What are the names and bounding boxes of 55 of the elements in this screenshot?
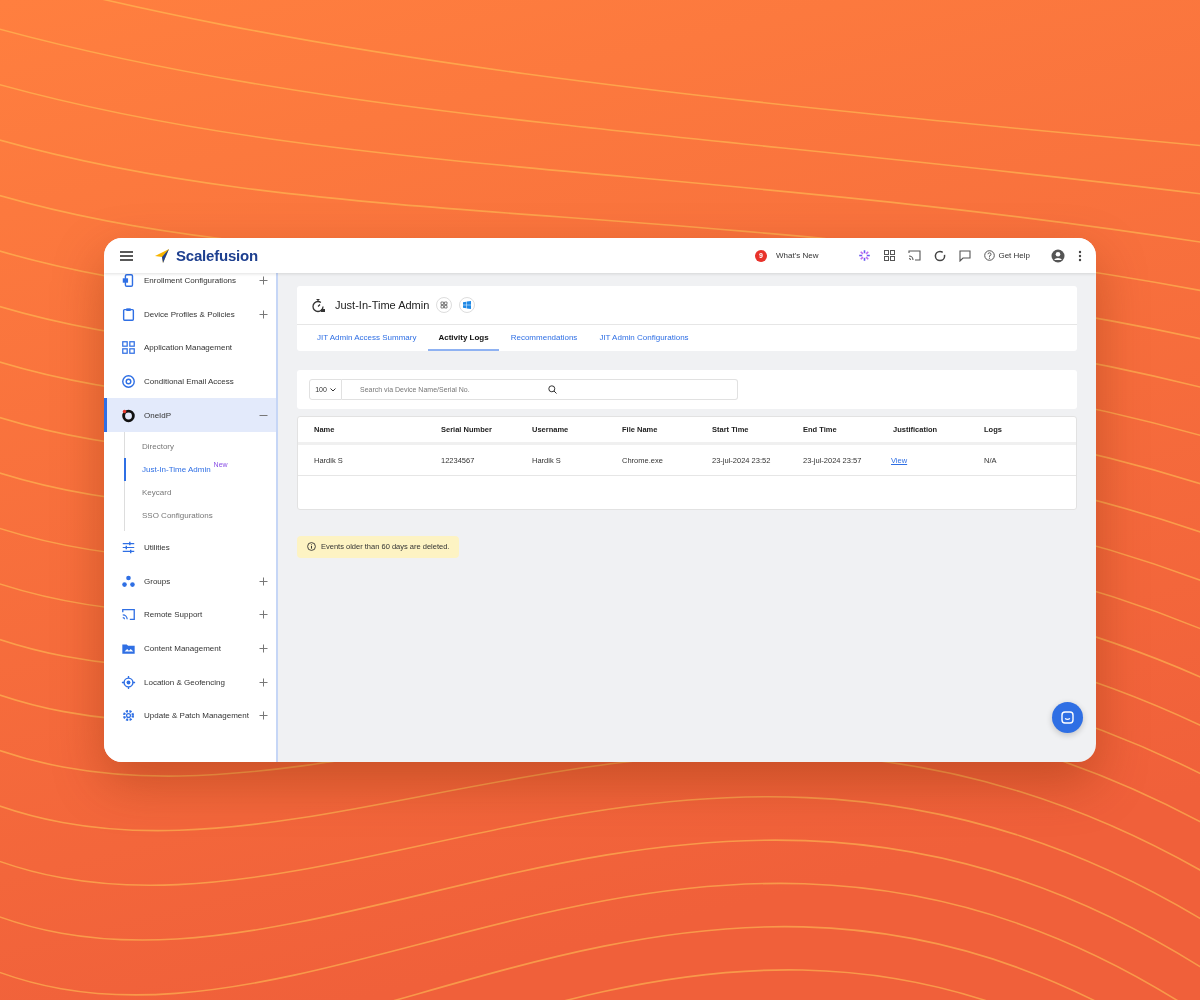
sidebar-icon bbox=[121, 374, 136, 390]
menu-icon[interactable] bbox=[120, 250, 133, 261]
help-icon bbox=[984, 250, 996, 261]
circle-icon[interactable] bbox=[934, 249, 947, 262]
sidebar-icon bbox=[121, 306, 136, 322]
sidebar-item[interactable]: Application Management bbox=[104, 331, 276, 365]
sidebar-icon bbox=[121, 674, 136, 690]
sidebar-icon bbox=[121, 708, 136, 724]
cast-icon[interactable] bbox=[908, 250, 922, 261]
sidebar-item[interactable]: Device Profiles & Policies bbox=[104, 297, 276, 332]
expand-icon[interactable] bbox=[259, 276, 268, 286]
grid-icon[interactable] bbox=[884, 250, 896, 261]
expand-icon[interactable] bbox=[259, 610, 268, 620]
help-button[interactable]: Get Help bbox=[984, 250, 1030, 261]
sidebar-icon bbox=[121, 273, 136, 289]
sidebar-item[interactable]: OneIdP bbox=[104, 398, 276, 432]
submenu-item[interactable]: Directory bbox=[125, 434, 276, 458]
submenu-item[interactable]: SSO Configurations bbox=[125, 503, 276, 527]
expand-icon[interactable] bbox=[259, 576, 268, 586]
expand-icon[interactable] bbox=[259, 644, 268, 654]
expand-icon[interactable] bbox=[259, 711, 268, 721]
sidebar-icon bbox=[121, 573, 136, 589]
sidebar-item[interactable]: Groups bbox=[104, 564, 276, 599]
sidebar-icon bbox=[121, 540, 136, 556]
submenu-item[interactable]: Keycard bbox=[125, 480, 276, 504]
avatar-icon[interactable] bbox=[1051, 248, 1065, 263]
sidebar-item[interactable]: Utilities bbox=[104, 530, 276, 565]
sidebar-item[interactable]: Remote Support bbox=[104, 598, 276, 632]
sidebar-icon bbox=[121, 407, 136, 423]
sidebar-item[interactable]: Location & Geofencing bbox=[104, 665, 276, 699]
expand-icon[interactable] bbox=[259, 677, 268, 687]
sidebar-item[interactable]: Content Management bbox=[104, 631, 276, 666]
sparkle-icon[interactable] bbox=[858, 249, 872, 262]
expand-icon[interactable] bbox=[259, 309, 268, 319]
chat-icon[interactable] bbox=[959, 249, 972, 262]
chat-button[interactable] bbox=[1052, 702, 1083, 733]
page-title: Just-In-Time Admin bbox=[335, 299, 430, 311]
tab[interactable]: Recommendations bbox=[500, 325, 588, 351]
chevron-down-icon bbox=[329, 387, 336, 392]
bird-logo-icon bbox=[154, 247, 170, 264]
sidebar-item[interactable]: Update & Patch Management bbox=[104, 698, 276, 733]
search-icon[interactable] bbox=[548, 385, 557, 394]
sidebar-icon bbox=[121, 340, 136, 356]
chat-icon bbox=[1061, 711, 1074, 724]
more-icon[interactable] bbox=[1078, 249, 1082, 262]
whats-new-link[interactable]: What's New bbox=[776, 251, 819, 260]
sidebar-item[interactable]: Conditional Email Access bbox=[104, 364, 276, 399]
tab[interactable]: JIT Admin Configurations bbox=[589, 325, 699, 351]
info-icon bbox=[307, 542, 316, 551]
sidebar-item[interactable]: Enrollment Configurations bbox=[104, 273, 276, 298]
tab[interactable]: Activity Logs bbox=[428, 325, 499, 351]
tab[interactable]: JIT Admin Access Summary bbox=[307, 325, 427, 351]
stopwatch-icon bbox=[312, 297, 326, 313]
sidebar-icon bbox=[121, 607, 136, 623]
brand-name: Scalefusion bbox=[176, 247, 258, 264]
